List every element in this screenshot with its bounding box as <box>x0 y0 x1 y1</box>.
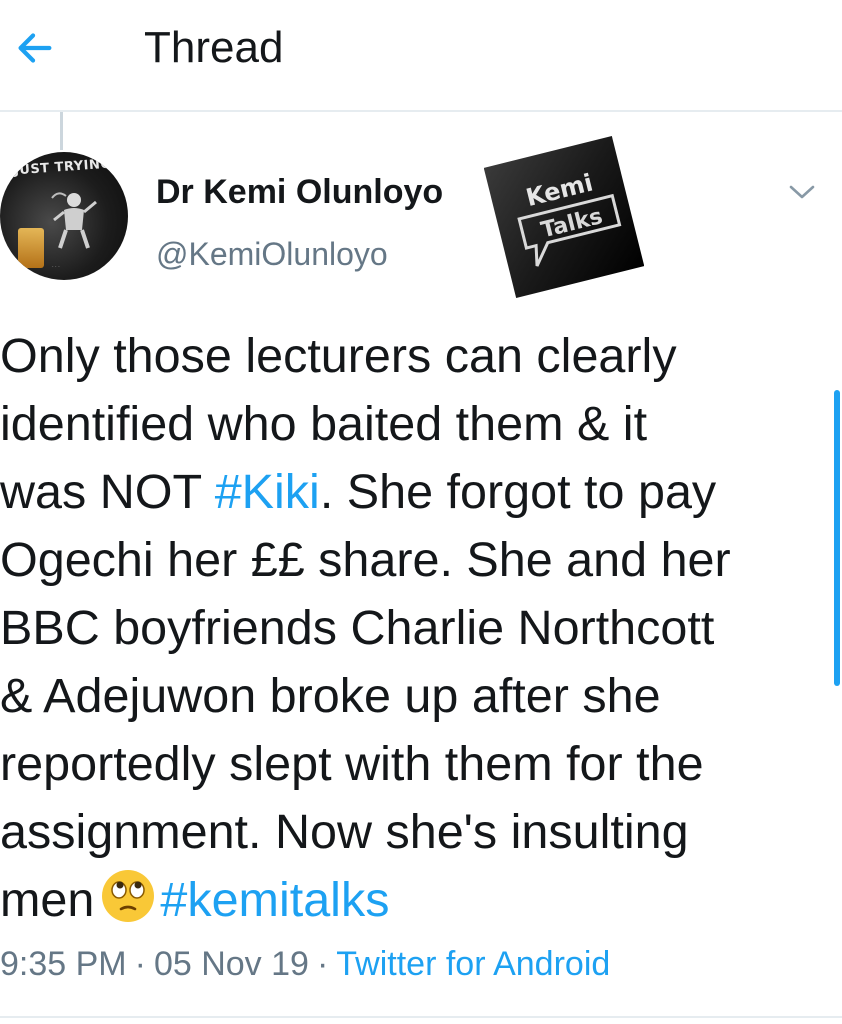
tweet-thread-screen: Thread JUST TRYING · · · Dr Kemi Olunloy… <box>0 0 842 1024</box>
thread-connector-line <box>60 112 63 150</box>
chevron-down-icon <box>789 185 815 199</box>
tweet-text-line: identified who baited them & it <box>0 397 648 451</box>
avatar[interactable]: JUST TRYING · · · <box>0 152 128 280</box>
tweet-time[interactable]: 9:35 PM <box>0 945 127 983</box>
tweet-options-button[interactable] <box>780 172 824 212</box>
back-button[interactable] <box>8 22 60 74</box>
kemi-talks-logo: Kemi Talks <box>484 136 644 298</box>
avatar-fine-print: · · · <box>52 264 60 270</box>
meta-separator: · <box>316 945 329 983</box>
page-title: Thread <box>144 23 284 72</box>
arrow-left-icon <box>18 33 52 63</box>
tweet-text-line: reportedly slept with them for the <box>0 737 704 791</box>
tweet-date[interactable]: 05 Nov 19 <box>154 945 309 983</box>
tweet-text-line: . She forgot to pay <box>319 465 717 519</box>
top-app-bar: Thread <box>0 0 842 112</box>
tweet-text-line: Only those lecturers can clearly <box>0 329 677 383</box>
tweet-source-link[interactable]: Twitter for Android <box>336 945 610 983</box>
tweet-meta: 9:35 PM · 05 Nov 19 · Twitter for Android <box>0 942 610 986</box>
hashtag-link-kemitalks[interactable]: #kemitalks <box>160 873 389 927</box>
scrollbar-thumb[interactable] <box>834 390 840 686</box>
tweet-text: Only those lecturers can clearly identif… <box>0 322 830 934</box>
divider <box>0 1016 842 1018</box>
tweet-text-line: & Adejuwon broke up after she <box>0 669 661 723</box>
tweet-text-line: BBC boyfriends Charlie Northcott <box>0 601 715 655</box>
hashtag-link-kiki[interactable]: #Kiki <box>215 465 320 519</box>
tweet-text-line: assignment. Now she's insulting <box>0 805 689 859</box>
tweet-text-line: Ogechi her ££ share. She and her <box>0 533 731 587</box>
author-name[interactable]: Dr Kemi Olunloyo <box>156 170 443 214</box>
tweet-text-line: was NOT <box>0 465 215 519</box>
avatar-badge-text: JUST TRYING <box>13 156 113 179</box>
meta-separator: · <box>134 945 146 983</box>
avatar-candle-graphic <box>18 228 44 268</box>
face-with-rolling-eyes-emoji <box>102 870 155 922</box>
author-handle[interactable]: @KemiOlunloyo <box>156 232 388 276</box>
avatar-figure-graphic <box>51 192 97 249</box>
tweet-text-line: men <box>0 873 95 927</box>
